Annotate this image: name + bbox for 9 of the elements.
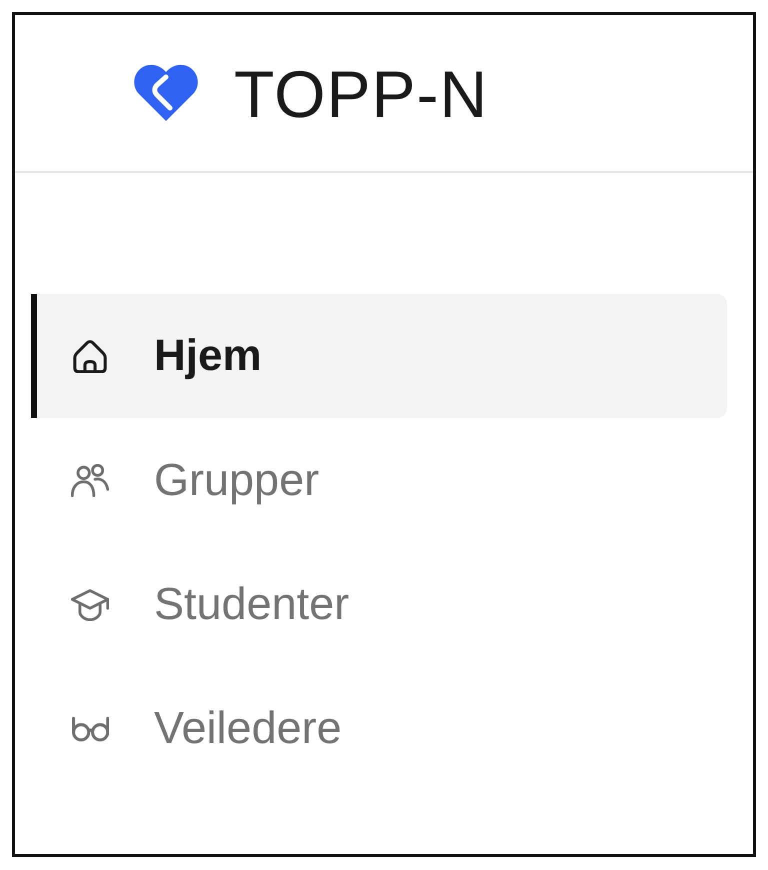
people-icon (71, 464, 109, 496)
house-icon (71, 340, 109, 372)
graduation-cap-icon (71, 588, 109, 620)
heart-logo-icon (133, 62, 199, 124)
nav-item[interactable]: Hjem (31, 294, 727, 418)
nav-item[interactable]: Grupper (31, 418, 727, 542)
nav-item[interactable]: Studenter (31, 542, 727, 666)
nav-item[interactable]: Veiledere (31, 666, 727, 790)
app-name: TOPP-N (234, 61, 488, 127)
